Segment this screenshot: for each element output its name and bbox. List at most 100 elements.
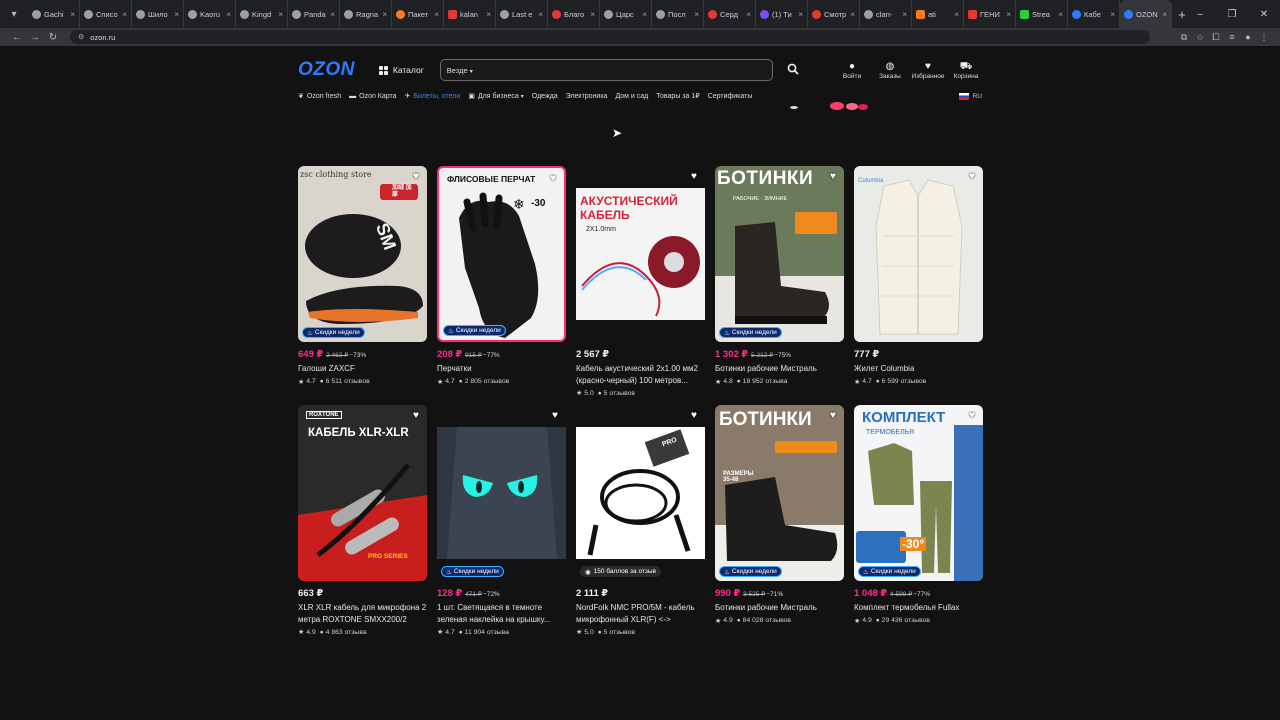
favorite-heart-icon[interactable]: ♥ (549, 410, 561, 422)
tab-close-icon[interactable]: × (486, 10, 491, 19)
nav-certificates[interactable]: Сертификаты (708, 93, 753, 100)
extensions-icon[interactable]: ⧠ (1208, 32, 1224, 43)
minimize-icon[interactable]: – (1184, 9, 1216, 20)
forward-icon[interactable]: → (26, 32, 44, 43)
browser-tab[interactable]: Благо × (548, 0, 600, 28)
product-card[interactable]: АКУСТИЧЕСКИЙ КАБЕЛЬ 2Х1.0mm ♥ 2 567 ₽ Ка… (576, 166, 705, 397)
browser-tab[interactable]: Смотр × (808, 0, 860, 28)
catalog-button[interactable]: Каталог (378, 65, 424, 75)
product-image[interactable]: КОМПЛЕКТ ТЕРМОБЕЛЬЯ -30° ♥ ♨ Скидки недел… (854, 405, 983, 581)
tab-close-icon[interactable]: × (538, 10, 543, 19)
product-card[interactable]: КОМПЛЕКТ ТЕРМОБЕЛЬЯ -30° ♥ ♨ Скидки недел… (854, 405, 983, 625)
product-card[interactable]: ROXTONE КАБЕЛЬ XLR-XLR PRO SERIES ♥ 663 … (298, 405, 427, 636)
language-selector[interactable]: RU (958, 92, 982, 100)
tab-close-icon[interactable]: × (226, 10, 231, 19)
browser-tab[interactable]: Panda × (288, 0, 340, 28)
browser-tab[interactable]: Kaoru × (184, 0, 236, 28)
product-image[interactable]: ФЛИСОВЫЕ ПЕРЧАТ ❄ -30 ♥ ♨ Скидки недели (437, 166, 566, 342)
ozon-logo[interactable]: OZON (298, 59, 355, 81)
product-image[interactable]: ♥ ♨ Скидки недели (437, 405, 566, 581)
product-card[interactable]: БОТИНКИ РАЗМЕРЫ 35-48 ♥ ♨ Скидки недели 9… (715, 405, 844, 625)
tab-close-icon[interactable]: × (954, 10, 959, 19)
nav-ozon-fresh[interactable]: ❦ Ozon fresh (298, 92, 341, 101)
product-image[interactable]: PRO ♥ ◉ 150 баллов за отзыв (576, 405, 705, 581)
browser-tab[interactable]: kalan × (444, 0, 496, 28)
browser-tab[interactable]: clan- × (860, 0, 912, 28)
product-card[interactable]: ♥ ♨ Скидки недели 128 ₽471 ₽ −72% 1 шт. Св… (437, 405, 566, 636)
favorite-heart-icon[interactable]: ♥ (688, 410, 700, 422)
nav-clothing[interactable]: Одежда (532, 93, 558, 100)
browser-tab[interactable]: ГЕНИ × (964, 0, 1016, 28)
login-button[interactable]: ● Войти (836, 61, 868, 80)
product-image[interactable]: АКУСТИЧЕСКИЙ КАБЕЛЬ 2Х1.0mm ♥ (576, 166, 705, 342)
nav-tickets-hotels[interactable]: ✈ Билеты, отели (405, 92, 461, 101)
browser-tab-active[interactable]: OZON × (1120, 0, 1172, 28)
install-icon[interactable]: ⧉ (1176, 32, 1192, 43)
favorite-heart-icon[interactable]: ♥ (410, 410, 422, 422)
tab-close-icon[interactable]: × (694, 10, 699, 19)
tab-close-icon[interactable]: × (1110, 10, 1115, 19)
browser-tab[interactable]: Списо × (80, 0, 132, 28)
nav-business[interactable]: ▣ Для бизнеса ▾ (468, 92, 523, 101)
product-card[interactable]: ФЛИСОВЫЕ ПЕРЧАТ ❄ -30 ♥ ♨ Скидки недели 2… (437, 166, 566, 386)
address-bar[interactable]: ⚙ ozon.ru (70, 30, 1150, 44)
product-card[interactable]: БОТИНКИ РАБОЧИЕ · ЗИМНИЕ ♥ ♨ Скидки недел… (715, 166, 844, 386)
tab-close-icon[interactable]: × (382, 10, 387, 19)
tab-close-icon[interactable]: × (70, 10, 75, 19)
tab-close-icon[interactable]: × (122, 10, 127, 19)
browser-tab[interactable]: (1) Ти × (756, 0, 808, 28)
nav-one-ruble[interactable]: Товары за 1₽ (656, 92, 699, 100)
browser-tab[interactable]: Серд × (704, 0, 756, 28)
browser-tab[interactable]: Посл × (652, 0, 704, 28)
tab-close-icon[interactable]: × (1006, 10, 1011, 19)
product-image[interactable]: Columbia ♥ (854, 166, 983, 342)
restore-icon[interactable]: ❐ (1216, 9, 1248, 20)
product-card[interactable]: zsc clothing store SM 加绒 加厚 ♥ ♨ Скидки не… (298, 166, 427, 386)
nav-home-garden[interactable]: Дом и сад (615, 93, 648, 100)
cart-button[interactable]: ⛟ Корзина (950, 61, 982, 80)
search-icon[interactable] (785, 63, 801, 78)
browser-tab[interactable]: Kingd × (236, 0, 288, 28)
tab-close-icon[interactable]: × (174, 10, 179, 19)
favorite-heart-icon[interactable]: ♥ (547, 173, 559, 185)
product-image[interactable]: БОТИНКИ РАЗМЕРЫ 35-48 ♥ ♨ Скидки недели (715, 405, 844, 581)
product-title[interactable]: Ботинки рабочие Мистраль (715, 602, 844, 614)
product-title[interactable]: Жилет Columbia (854, 363, 983, 375)
product-title[interactable]: Комплект термобелья Fullax (854, 602, 983, 614)
favorite-heart-icon[interactable]: ♥ (688, 171, 700, 183)
close-window-icon[interactable]: ✕ (1248, 9, 1280, 20)
product-title[interactable]: Перчатки (437, 363, 566, 375)
browser-tab[interactable]: Gachi × (28, 0, 80, 28)
browser-tab[interactable]: Шило × (132, 0, 184, 28)
tab-close-icon[interactable]: × (798, 10, 803, 19)
browser-tab[interactable]: ati × (912, 0, 964, 28)
tab-close-icon[interactable]: × (902, 10, 907, 19)
search-input[interactable]: Везде ▾ (439, 59, 773, 81)
product-title[interactable]: NordFolk NMC PRO/5M - кабель микрофонный… (576, 602, 705, 625)
tab-close-icon[interactable]: × (330, 10, 335, 19)
bookmark-star-icon[interactable]: ☆ (1192, 32, 1208, 43)
tab-close-icon[interactable]: × (434, 10, 439, 19)
product-title[interactable]: Ботинки рабочие Мистраль (715, 363, 844, 375)
browser-tab[interactable]: Last e × (496, 0, 548, 28)
browser-tab[interactable]: Ragna × (340, 0, 392, 28)
favorite-heart-icon[interactable]: ♥ (827, 171, 839, 183)
nav-ozon-card[interactable]: ▬ Ozon Карта (349, 93, 396, 100)
browser-tab[interactable]: Кабе × (1068, 0, 1120, 28)
product-image[interactable]: БОТИНКИ РАБОЧИЕ · ЗИМНИЕ ♥ ♨ Скидки недел… (715, 166, 844, 342)
tab-close-icon[interactable]: × (1058, 10, 1063, 19)
tab-search-icon[interactable]: ▾ (4, 4, 24, 24)
favorite-heart-icon[interactable]: ♥ (966, 171, 978, 183)
product-title[interactable]: Кабель акустический 2х1.00 мм2 (красно-ч… (576, 363, 705, 386)
tab-close-icon[interactable]: × (278, 10, 283, 19)
reload-icon[interactable]: ↻ (44, 32, 62, 43)
product-title[interactable]: XLR XLR кабель для микрофона 2 метра ROX… (298, 602, 427, 625)
favorite-heart-icon[interactable]: ♥ (827, 410, 839, 422)
product-image[interactable]: ROXTONE КАБЕЛЬ XLR-XLR PRO SERIES ♥ (298, 405, 427, 581)
favorite-heart-icon[interactable]: ♥ (966, 410, 978, 422)
product-card[interactable]: Columbia ♥ 777 ₽ Жилет Columbia ★ 4.7 ● 6 5… (854, 166, 983, 386)
product-card[interactable]: PRO ♥ ◉ 150 баллов за отзыв 2 111 ₽ NordF… (576, 405, 705, 636)
product-image[interactable]: zsc clothing store SM 加绒 加厚 ♥ ♨ Скидки не… (298, 166, 427, 342)
orders-button[interactable]: ◍ Заказы (874, 61, 906, 80)
search-scope-dropdown[interactable]: Везде ▾ (447, 66, 473, 75)
